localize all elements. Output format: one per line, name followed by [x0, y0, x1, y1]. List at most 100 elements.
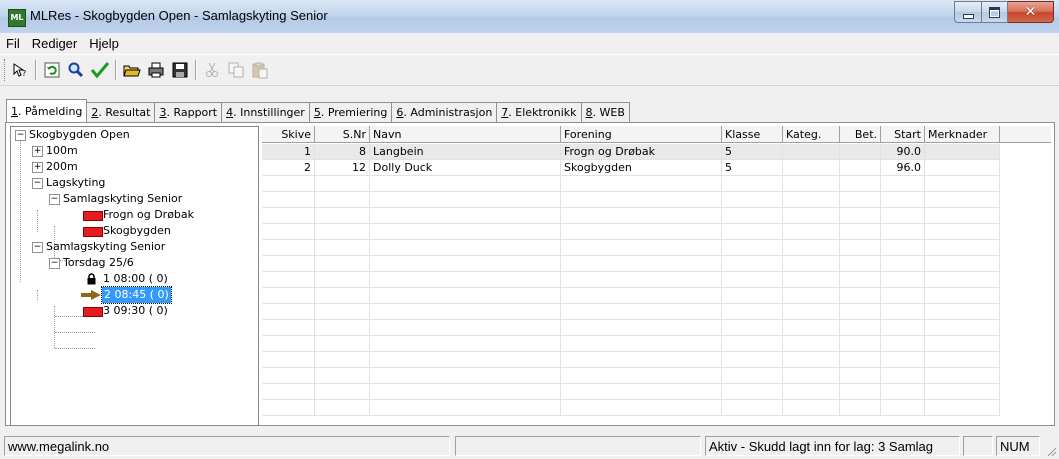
empty-cell[interactable] [925, 400, 1000, 416]
paste-button[interactable] [249, 59, 271, 81]
empty-cell[interactable] [722, 400, 783, 416]
empty-cell[interactable] [561, 368, 722, 384]
empty-cell[interactable] [370, 352, 561, 368]
empty-cell[interactable] [783, 192, 840, 208]
empty-cell[interactable] [925, 384, 1000, 400]
empty-cell[interactable] [262, 176, 315, 192]
empty-cell[interactable] [561, 272, 722, 288]
empty-cell[interactable] [315, 336, 370, 352]
expand-icon[interactable]: + [32, 146, 43, 157]
empty-cell[interactable] [925, 304, 1000, 320]
empty-cell[interactable] [262, 336, 315, 352]
empty-cell[interactable] [315, 320, 370, 336]
empty-table-row[interactable] [262, 368, 1000, 384]
empty-table-row[interactable] [262, 272, 1000, 288]
column-header-snr[interactable]: S.Nr [315, 126, 370, 143]
refresh-button[interactable] [41, 59, 63, 81]
empty-cell[interactable] [315, 352, 370, 368]
empty-cell[interactable] [881, 256, 925, 272]
save-button[interactable] [169, 59, 191, 81]
entries-grid[interactable]: Skive S.Nr Navn Forening Klasse Kateg. B… [262, 126, 1051, 424]
empty-cell[interactable] [370, 336, 561, 352]
title-bar[interactable]: ML MLRes - Skogbygden Open - Samlagskyti… [0, 0, 1059, 33]
empty-cell[interactable] [783, 256, 840, 272]
cell-kateg[interactable] [783, 144, 840, 160]
empty-cell[interactable] [925, 288, 1000, 304]
empty-cell[interactable] [262, 240, 315, 256]
empty-cell[interactable] [722, 224, 783, 240]
empty-cell[interactable] [783, 176, 840, 192]
cut-button[interactable] [201, 59, 223, 81]
empty-cell[interactable] [722, 240, 783, 256]
empty-cell[interactable] [840, 272, 881, 288]
empty-cell[interactable] [925, 176, 1000, 192]
cell-start[interactable]: 96.0 [881, 160, 925, 176]
empty-cell[interactable] [783, 400, 840, 416]
collapse-icon[interactable]: − [32, 178, 43, 189]
empty-cell[interactable] [370, 256, 561, 272]
empty-cell[interactable] [881, 336, 925, 352]
empty-cell[interactable] [722, 176, 783, 192]
empty-cell[interactable] [370, 176, 561, 192]
empty-cell[interactable] [881, 272, 925, 288]
cell-merknader[interactable] [925, 160, 1000, 176]
collapse-icon[interactable]: − [15, 130, 26, 141]
empty-cell[interactable] [722, 352, 783, 368]
empty-cell[interactable] [881, 352, 925, 368]
empty-cell[interactable] [722, 304, 783, 320]
empty-cell[interactable] [925, 192, 1000, 208]
empty-cell[interactable] [881, 400, 925, 416]
empty-cell[interactable] [881, 368, 925, 384]
empty-cell[interactable] [262, 224, 315, 240]
empty-cell[interactable] [881, 240, 925, 256]
empty-table-row[interactable] [262, 240, 1000, 256]
column-header-bet[interactable]: Bet. [840, 126, 881, 143]
empty-cell[interactable] [370, 400, 561, 416]
menu-hjelp[interactable]: Hjelp [83, 36, 125, 51]
empty-cell[interactable] [561, 288, 722, 304]
copy-button[interactable] [225, 59, 247, 81]
empty-cell[interactable] [370, 192, 561, 208]
empty-cell[interactable] [561, 208, 722, 224]
tab-rapport[interactable]: 3. Rapport [154, 102, 223, 122]
empty-cell[interactable] [881, 208, 925, 224]
empty-cell[interactable] [783, 288, 840, 304]
menu-fil[interactable]: Fil [0, 36, 26, 51]
tab-resultat[interactable]: 2. Resultat [86, 102, 156, 122]
empty-cell[interactable] [722, 320, 783, 336]
empty-cell[interactable] [262, 352, 315, 368]
empty-cell[interactable] [315, 176, 370, 192]
maximize-button[interactable] [982, 1, 1008, 23]
empty-cell[interactable] [783, 208, 840, 224]
empty-cell[interactable] [925, 224, 1000, 240]
cell-forening[interactable]: Frogn og Drøbak [561, 144, 722, 160]
empty-cell[interactable] [783, 272, 840, 288]
empty-cell[interactable] [840, 320, 881, 336]
empty-table-row[interactable] [262, 288, 1000, 304]
empty-cell[interactable] [561, 192, 722, 208]
tab-administrasjon[interactable]: 6. Administrasjon [391, 102, 498, 122]
column-header-forening[interactable]: Forening [561, 126, 722, 143]
empty-table-row[interactable] [262, 384, 1000, 400]
print-button[interactable] [145, 59, 167, 81]
empty-table-row[interactable] [262, 320, 1000, 336]
resize-grip-icon[interactable] [1045, 445, 1057, 457]
empty-cell[interactable] [722, 256, 783, 272]
empty-cell[interactable] [840, 352, 881, 368]
empty-cell[interactable] [561, 176, 722, 192]
column-header-skive[interactable]: Skive [262, 126, 315, 143]
collapse-icon[interactable]: − [49, 258, 60, 269]
empty-cell[interactable] [315, 272, 370, 288]
cell-merknader[interactable] [925, 144, 1000, 160]
search-button[interactable] [65, 59, 87, 81]
cell-start[interactable]: 90.0 [881, 144, 925, 160]
empty-cell[interactable] [561, 256, 722, 272]
collapse-icon[interactable]: − [32, 242, 43, 253]
empty-cell[interactable] [722, 272, 783, 288]
close-button[interactable]: ✕ [1008, 1, 1054, 23]
empty-cell[interactable] [881, 288, 925, 304]
table-row[interactable]: 1 8 Langbein Frogn og Drøbak 5 90.0 [262, 144, 1000, 160]
collapse-icon[interactable]: − [49, 194, 60, 205]
empty-cell[interactable] [840, 384, 881, 400]
empty-cell[interactable] [783, 368, 840, 384]
